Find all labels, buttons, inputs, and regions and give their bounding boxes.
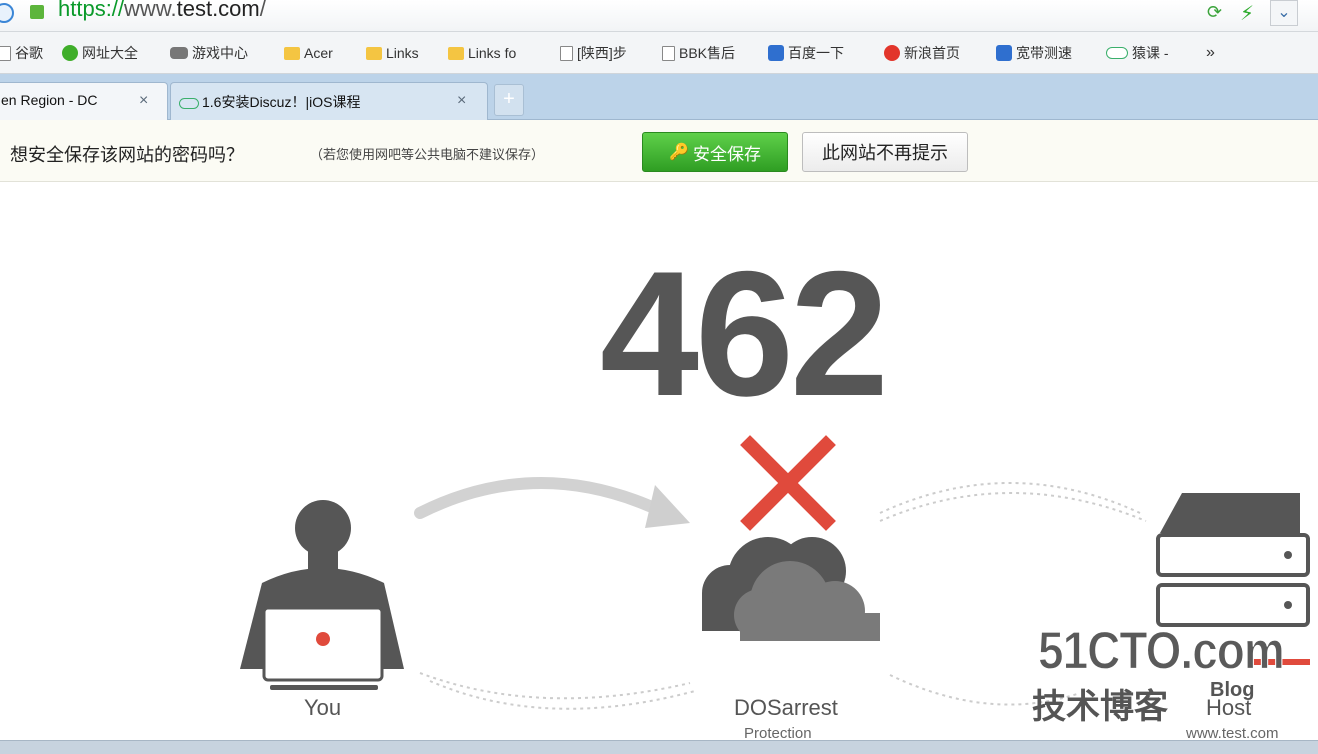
url-subdomain: www.	[124, 0, 177, 21]
url-host: test.com	[176, 0, 260, 21]
bookmark-item[interactable]: 网址大全	[62, 42, 138, 64]
watermark-brand: 51CTO.com	[1038, 620, 1286, 681]
url-field[interactable]: https://www.test.com/	[58, 0, 266, 22]
password-prompt: 想安全保存该网站的密码吗？	[10, 145, 244, 165]
bookmark-item[interactable]: 百度一下	[768, 42, 844, 64]
bookmark-label: Links	[386, 45, 419, 61]
page-icon	[560, 45, 573, 61]
page-content: 462 You DOSarrest Protection Host www.te…	[0, 183, 1318, 742]
bookmark-item[interactable]: 新浪首页	[884, 42, 960, 64]
browser-logo-icon	[0, 3, 14, 23]
bookmarks-bar: 谷歌 网址大全 游戏中心 Acer Links Links fo [陕西]步 B…	[0, 32, 1318, 74]
dashed-arrow	[419, 672, 691, 700]
telecom-icon	[996, 45, 1012, 61]
double-chevron-icon: »	[1206, 44, 1215, 61]
bookmark-item[interactable]: 猿课 -	[1106, 42, 1169, 64]
save-password-label: 安全保存	[692, 144, 761, 164]
tab-title: 1.6安装Discuz！|iOS课程	[202, 94, 361, 110]
user-icon	[240, 500, 404, 690]
tab-active[interactable]: en Region - DC ×	[0, 82, 168, 120]
never-ask-button[interactable]: 此网站不再提示	[802, 132, 968, 172]
url-scheme: https://	[58, 0, 125, 21]
bookmark-label: 宽带测速	[1016, 45, 1072, 61]
bookmark-item[interactable]: 宽带测速	[996, 42, 1072, 64]
protection-label-line1: DOSarrest	[734, 695, 838, 720]
new-tab-button[interactable]: +	[494, 84, 524, 116]
tab-title: en Region - DC	[1, 92, 98, 108]
url-path: /	[259, 0, 266, 21]
bookmarks-overflow-button[interactable]: »	[1206, 42, 1215, 64]
secure-lock-icon	[30, 5, 44, 19]
bookmark-label: [陕西]步	[577, 45, 627, 61]
save-password-button[interactable]: 🔑 安全保存	[642, 132, 788, 172]
dashed-arrow	[429, 680, 696, 710]
watermark: 51CTO.com 技术博客 Blog	[1032, 619, 1285, 726]
never-ask-label: 此网站不再提示	[822, 143, 948, 163]
folder-icon	[448, 46, 464, 60]
bookmark-label: 网址大全	[82, 45, 138, 61]
bookmark-item[interactable]: Links	[366, 42, 419, 64]
bookmark-label: Acer	[304, 45, 333, 61]
ape-icon	[179, 97, 199, 109]
bookmark-item[interactable]: 谷歌	[0, 42, 43, 64]
page-icon	[662, 45, 675, 61]
close-icon[interactable]: ×	[457, 92, 466, 110]
bookmark-label: 游戏中心	[192, 45, 248, 61]
chevron-down-icon[interactable]: ⌄	[1270, 0, 1298, 26]
arrow-icon	[414, 477, 690, 528]
bookmark-label: 猿课 -	[1132, 45, 1169, 61]
bookmark-label: 谷歌	[15, 45, 43, 61]
folder-icon	[366, 46, 382, 60]
bookmark-label: 百度一下	[788, 45, 844, 61]
lightning-icon[interactable]: ⚡	[1240, 1, 1254, 26]
watermark-subtitle: 技术博客	[1032, 688, 1168, 726]
bookmark-item[interactable]: Links fo	[448, 42, 516, 64]
watermark-blog: Blog	[1210, 679, 1255, 701]
password-save-bar: 想安全保存该网站的密码吗？ （若您使用网吧等公共电脑不建议保存） 🔑 安全保存 …	[0, 120, 1318, 182]
baidu-icon	[768, 45, 784, 61]
bookmark-label: BBK售后	[679, 45, 736, 61]
dashed-arrow	[879, 482, 1141, 514]
password-note: （若您使用网吧等公共电脑不建议保存）	[310, 147, 545, 162]
ape-icon	[1106, 47, 1128, 59]
key-icon: 🔑	[669, 144, 689, 161]
status-bar	[0, 740, 1318, 754]
refresh-icon[interactable]: ⟳	[1207, 2, 1222, 23]
close-icon[interactable]: ×	[139, 92, 148, 110]
address-bar: https://www.test.com/ ⟳ ⚡ ⌄	[0, 0, 1318, 32]
folder-icon	[284, 46, 300, 60]
bookmark-item[interactable]: BBK售后	[662, 42, 735, 64]
weibo-icon	[884, 45, 900, 61]
cloud-icon	[702, 537, 880, 641]
tab-inactive[interactable]: 1.6安装Discuz！|iOS课程 ×	[170, 82, 488, 120]
you-label: You	[304, 695, 342, 720]
page-icon	[0, 45, 11, 61]
bookmark-item[interactable]: [陕西]步	[560, 42, 627, 64]
tab-strip: en Region - DC × 1.6安装Discuz！|iOS课程 × +	[0, 74, 1318, 120]
bookmark-item[interactable]: Acer	[284, 42, 333, 64]
bookmark-label: 新浪首页	[904, 45, 960, 61]
bookmark-label: Links fo	[468, 45, 517, 61]
bookmark-item[interactable]: 游戏中心	[170, 42, 248, 64]
blocked-x-icon	[740, 435, 836, 531]
gamepad-icon	[170, 47, 188, 59]
globe-icon	[62, 45, 78, 61]
